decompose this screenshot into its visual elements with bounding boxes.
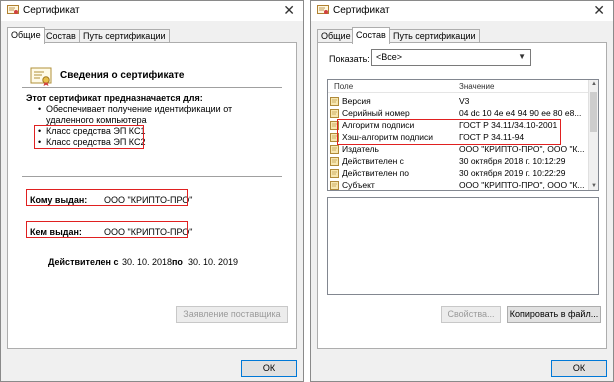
field-value: 30 октября 2019 г. 10:22:29 bbox=[459, 168, 566, 178]
field-value: V3 bbox=[459, 96, 470, 106]
ok-button[interactable]: ОК bbox=[551, 360, 607, 377]
highlight-box bbox=[337, 119, 561, 145]
table-header: Поле Значение bbox=[328, 80, 588, 93]
valid-to-value: 30. 10. 2019 bbox=[188, 257, 239, 267]
scroll-down-icon[interactable]: ▼ bbox=[589, 183, 598, 189]
issuer-statement-button[interactable]: Заявление поставщика bbox=[176, 306, 288, 323]
certificate-dialog-details: Сертификат ✕ Общие Состав Путь сертифика… bbox=[310, 0, 614, 382]
purpose-heading: Этот сертификат предназначается для: bbox=[26, 93, 203, 103]
vertical-scrollbar[interactable]: ▲ ▼ bbox=[588, 80, 598, 190]
copy-to-file-button[interactable]: Копировать в файл... bbox=[507, 306, 601, 323]
field-icon bbox=[330, 181, 339, 190]
column-header-field[interactable]: Поле bbox=[334, 82, 353, 91]
highlight-box bbox=[34, 125, 144, 149]
certificate-icon bbox=[30, 67, 52, 86]
field-name: Субъект bbox=[342, 180, 375, 190]
tab-general[interactable]: Общие bbox=[317, 29, 355, 43]
field-icon bbox=[330, 145, 339, 154]
divider bbox=[22, 176, 282, 177]
field-value: ООО "КРИПТО-ПРО", ООО "К... bbox=[459, 180, 585, 190]
field-name: Серийный номер bbox=[342, 108, 410, 118]
window-title: Сертификат bbox=[333, 5, 390, 16]
title-bar: Сертификат ✕ bbox=[311, 1, 613, 21]
field-icon bbox=[330, 169, 339, 178]
table-row[interactable]: Действителен по 30 октября 2019 г. 10:22… bbox=[328, 168, 588, 179]
show-select[interactable]: <Все> ▼ bbox=[371, 49, 531, 66]
general-panel: Сведения о сертификате Этот сертификат п… bbox=[7, 42, 297, 349]
field-value: 04 dc 10 4e e4 94 90 ee 80 e8... bbox=[459, 108, 582, 118]
purpose-item: Обеспечивает получение идентификации от … bbox=[38, 104, 278, 126]
field-name: Действителен с bbox=[342, 156, 404, 166]
field-value: ООО "КРИПТО-ПРО", ООО "К... bbox=[459, 144, 585, 154]
tab-certification-path[interactable]: Путь сертификации bbox=[79, 29, 170, 43]
show-label: Показать: bbox=[329, 54, 370, 64]
certificate-dialog-general: Сертификат ✕ Общие Состав Путь сертифика… bbox=[0, 0, 304, 382]
title-bar: Сертификат ✕ bbox=[1, 1, 303, 21]
field-icon bbox=[330, 97, 339, 106]
tab-certification-path[interactable]: Путь сертификации bbox=[389, 29, 480, 43]
chevron-down-icon: ▼ bbox=[518, 52, 526, 61]
field-icon bbox=[330, 109, 339, 118]
window-title: Сертификат bbox=[23, 5, 80, 16]
close-icon[interactable]: ✕ bbox=[283, 2, 295, 18]
close-icon[interactable]: ✕ bbox=[593, 2, 605, 18]
show-select-value: <Все> bbox=[376, 52, 403, 62]
valid-from-value: 30. 10. 2018 bbox=[122, 257, 173, 267]
field-details-box[interactable] bbox=[327, 197, 599, 295]
column-header-value[interactable]: Значение bbox=[459, 82, 494, 91]
tab-details[interactable]: Состав bbox=[352, 27, 390, 44]
tab-details[interactable]: Состав bbox=[42, 29, 80, 43]
properties-button[interactable]: Свойства... bbox=[441, 306, 501, 323]
tab-bar: Общие Состав Путь сертификации bbox=[317, 27, 607, 44]
field-name: Действителен по bbox=[342, 168, 409, 178]
tab-general[interactable]: Общие bbox=[7, 27, 45, 44]
table-row[interactable]: Действителен с 30 октября 2018 г. 10:12:… bbox=[328, 156, 588, 167]
table-row[interactable]: Издатель ООО "КРИПТО-ПРО", ООО "К... bbox=[328, 144, 588, 155]
highlight-box bbox=[26, 221, 188, 238]
table-row[interactable]: Серийный номер 04 dc 10 4e e4 94 90 ee 8… bbox=[328, 108, 588, 119]
table-row[interactable]: Субъект ООО "КРИПТО-ПРО", ООО "К... bbox=[328, 180, 588, 190]
certificate-icon bbox=[7, 5, 19, 14]
tab-bar: Общие Состав Путь сертификации bbox=[7, 27, 297, 44]
highlight-box bbox=[26, 189, 188, 206]
table-row[interactable]: Версия V3 bbox=[328, 96, 588, 107]
scroll-up-icon[interactable]: ▲ bbox=[589, 81, 598, 87]
field-name: Издатель bbox=[342, 144, 379, 154]
field-icon bbox=[330, 157, 339, 166]
field-name: Версия bbox=[342, 96, 371, 106]
divider bbox=[22, 87, 282, 88]
certificate-icon bbox=[317, 5, 329, 14]
certificate-info-title: Сведения о сертификате bbox=[60, 70, 185, 81]
ok-button[interactable]: ОК bbox=[241, 360, 297, 377]
scrollbar-thumb[interactable] bbox=[590, 92, 597, 132]
valid-to-label: по bbox=[172, 257, 183, 267]
valid-from-label: Действителен с bbox=[48, 257, 119, 267]
field-value: 30 октября 2018 г. 10:12:29 bbox=[459, 156, 566, 166]
